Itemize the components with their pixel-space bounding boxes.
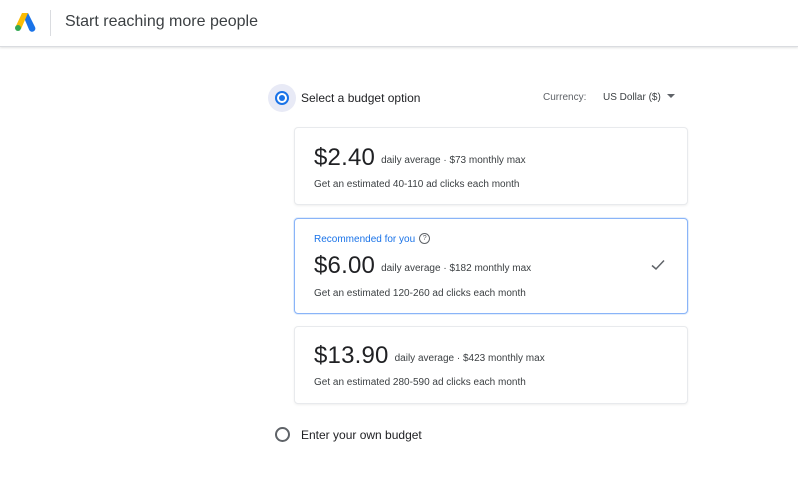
radio-selected-dot [279,95,285,101]
price-meta: daily average · $73 monthly max [381,155,526,166]
click-estimate: Get an estimated 120-260 ad clicks each … [314,288,526,299]
currency-value: US Dollar ($) [603,92,661,103]
currency-dropdown[interactable]: US Dollar ($) [603,92,675,103]
budget-option-radio[interactable] [275,91,289,105]
page-title: Start reaching more people [65,13,258,30]
monthly-max: $423 monthly max [462,353,545,364]
google-ads-logo-icon[interactable] [14,12,36,32]
monthly-max: $73 monthly max [449,155,526,166]
price-line: $6.00 daily average · $182 monthly max [314,252,531,280]
own-budget-label[interactable]: Enter your own budget [301,428,422,442]
daily-average-label: daily average · [394,353,461,364]
daily-price: $2.40 [314,144,376,171]
price-line: $2.40 daily average · $73 monthly max [314,144,526,172]
price-line: $13.90 daily average · $423 monthly max [314,342,545,370]
daily-average-label: daily average · [381,155,447,166]
help-icon[interactable]: ? [419,233,431,244]
own-budget-radio[interactable] [275,427,290,442]
click-estimate: Get an estimated 280-590 ad clicks each … [314,377,526,388]
daily-average-label: daily average · [381,263,447,274]
daily-price: $13.90 [314,342,389,369]
check-icon [651,259,665,271]
click-estimate: Get an estimated 40-110 ad clicks each m… [314,179,520,190]
daily-price: $6.00 [314,252,376,279]
currency-label: Currency: [543,92,587,103]
chevron-down-icon [666,94,675,99]
budget-card-recommended[interactable]: Recommended for you? $6.00 daily average … [294,218,688,314]
budget-card-low[interactable]: $2.40 daily average · $73 monthly max Get… [294,127,688,205]
top-app-bar: Start reaching more people [0,0,798,47]
recommended-label: Recommended for you? [314,233,431,246]
monthly-max: $182 monthly max [449,263,532,274]
recommended-text: Recommended for you [314,234,416,246]
price-meta: daily average · $182 monthly max [381,263,531,274]
budget-card-high[interactable]: $13.90 daily average · $423 monthly max G… [294,326,688,404]
budget-option-label[interactable]: Select a budget option [301,91,420,105]
header-divider [50,10,51,36]
price-meta: daily average · $423 monthly max [395,353,545,364]
